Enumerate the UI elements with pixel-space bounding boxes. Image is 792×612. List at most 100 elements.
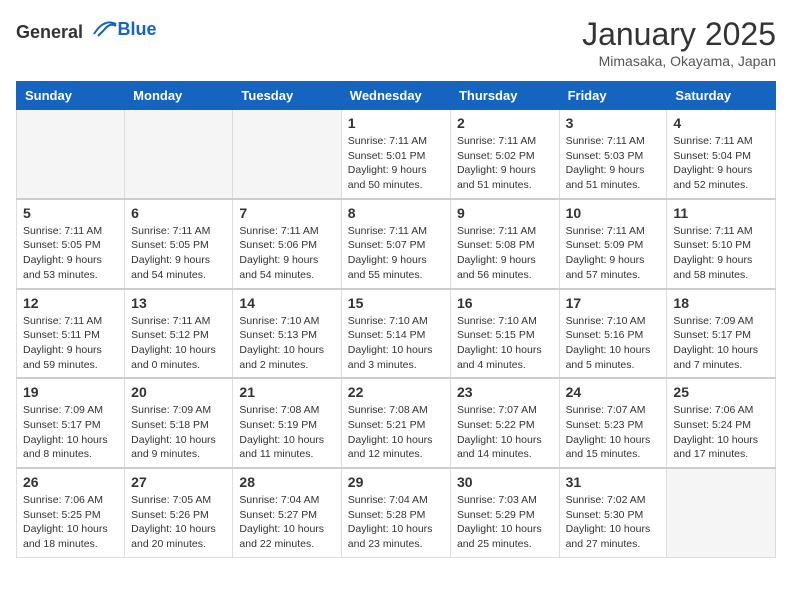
day-number: 8 xyxy=(348,205,444,221)
day-info: Sunrise: 7:06 AM Sunset: 5:24 PM Dayligh… xyxy=(673,403,769,462)
day-info: Sunrise: 7:07 AM Sunset: 5:22 PM Dayligh… xyxy=(457,403,553,462)
day-number: 30 xyxy=(457,474,553,490)
weekday-header: Friday xyxy=(559,82,667,110)
calendar-cell: 4 Sunrise: 7:11 AM Sunset: 5:04 PM Daylig… xyxy=(667,110,776,199)
calendar-cell: 12Sunrise: 7:11 AM Sunset: 5:11 PM Dayli… xyxy=(17,289,125,379)
day-number: 19 xyxy=(23,384,118,400)
location-text: Mimasaka, Okayama, Japan xyxy=(582,53,776,69)
day-info: Sunrise: 7:04 AM Sunset: 5:28 PM Dayligh… xyxy=(348,493,444,552)
day-info: Sunrise: 7:02 AM Sunset: 5:30 PM Dayligh… xyxy=(566,493,661,552)
calendar-cell xyxy=(17,110,125,199)
calendar-cell: 2 Sunrise: 7:11 AM Sunset: 5:02 PM Daylig… xyxy=(450,110,559,199)
day-info: Sunrise: 7:11 AM Sunset: 5:08 PM Dayligh… xyxy=(457,224,553,283)
day-info: Sunrise: 7:04 AM Sunset: 5:27 PM Dayligh… xyxy=(239,493,334,552)
day-info: Sunrise: 7:11 AM Sunset: 5:09 PM Dayligh… xyxy=(566,224,661,283)
weekday-header: Sunday xyxy=(17,82,125,110)
calendar-cell: 15 Sunrise: 7:10 AM Sunset: 5:14 PM Dayli… xyxy=(341,289,450,379)
day-number: 12 xyxy=(23,295,118,311)
day-number: 1 xyxy=(348,115,444,131)
day-info: Sunrise: 7:11 AM Sunset: 5:05 PM Dayligh… xyxy=(23,224,118,283)
logo-bird-icon xyxy=(90,16,118,38)
logo-blue-text: Blue xyxy=(118,19,157,40)
weekday-header: Thursday xyxy=(450,82,559,110)
calendar-cell: 10 Sunrise: 7:11 AM Sunset: 5:09 PM Dayli… xyxy=(559,199,667,289)
day-number: 5 xyxy=(23,205,118,221)
calendar-cell: 16 Sunrise: 7:10 AM Sunset: 5:15 PM Dayli… xyxy=(450,289,559,379)
calendar-cell: 30 Sunrise: 7:03 AM Sunset: 5:29 PM Dayli… xyxy=(450,468,559,557)
title-section: January 2025 Mimasaka, Okayama, Japan xyxy=(582,16,776,69)
day-info: Sunrise: 7:11 AM Sunset: 5:12 PM Dayligh… xyxy=(131,314,226,373)
calendar-cell: 26 Sunrise: 7:06 AM Sunset: 5:25 PM Dayli… xyxy=(17,468,125,557)
calendar-cell: 25 Sunrise: 7:06 AM Sunset: 5:24 PM Dayli… xyxy=(667,378,776,468)
day-number: 6 xyxy=(131,205,226,221)
day-number: 27 xyxy=(131,474,226,490)
day-info: Sunrise: 7:09 AM Sunset: 5:17 PM Dayligh… xyxy=(673,314,769,373)
logo-general-text: General xyxy=(16,22,83,42)
day-info: Sunrise: 7:08 AM Sunset: 5:21 PM Dayligh… xyxy=(348,403,444,462)
day-number: 24 xyxy=(566,384,661,400)
day-number: 28 xyxy=(239,474,334,490)
page-header: General Blue January 2025 Mimasaka, Okay… xyxy=(16,16,776,69)
day-info: Sunrise: 7:03 AM Sunset: 5:29 PM Dayligh… xyxy=(457,493,553,552)
day-number: 3 xyxy=(566,115,661,131)
calendar-cell: 6 Sunrise: 7:11 AM Sunset: 5:05 PM Daylig… xyxy=(125,199,233,289)
calendar-cell: 1 Sunrise: 7:11 AM Sunset: 5:01 PM Daylig… xyxy=(341,110,450,199)
day-number: 16 xyxy=(457,295,553,311)
day-info: Sunrise: 7:11 AM Sunset: 5:07 PM Dayligh… xyxy=(348,224,444,283)
day-number: 11 xyxy=(673,205,769,221)
day-info: Sunrise: 7:11 AM Sunset: 5:04 PM Dayligh… xyxy=(673,134,769,193)
day-number: 10 xyxy=(566,205,661,221)
day-info: Sunrise: 7:10 AM Sunset: 5:14 PM Dayligh… xyxy=(348,314,444,373)
day-info: Sunrise: 7:11 AM Sunset: 5:01 PM Dayligh… xyxy=(348,134,444,193)
day-info: Sunrise: 7:10 AM Sunset: 5:13 PM Dayligh… xyxy=(239,314,334,373)
day-number: 20 xyxy=(131,384,226,400)
calendar-cell xyxy=(233,110,341,199)
logo: General Blue xyxy=(16,16,157,43)
day-number: 17 xyxy=(566,295,661,311)
day-info: Sunrise: 7:11 AM Sunset: 5:05 PM Dayligh… xyxy=(131,224,226,283)
weekday-header: Saturday xyxy=(667,82,776,110)
calendar-cell: 7Sunrise: 7:11 AM Sunset: 5:06 PM Daylig… xyxy=(233,199,341,289)
day-info: Sunrise: 7:07 AM Sunset: 5:23 PM Dayligh… xyxy=(566,403,661,462)
calendar-table: SundayMondayTuesdayWednesdayThursdayFrid… xyxy=(16,81,776,558)
day-info: Sunrise: 7:11 AM Sunset: 5:10 PM Dayligh… xyxy=(673,224,769,283)
calendar-cell: 11 Sunrise: 7:11 AM Sunset: 5:10 PM Dayli… xyxy=(667,199,776,289)
calendar-cell: 5 Sunrise: 7:11 AM Sunset: 5:05 PM Daylig… xyxy=(17,199,125,289)
day-number: 26 xyxy=(23,474,118,490)
day-number: 31 xyxy=(566,474,661,490)
calendar-cell: 19 Sunrise: 7:09 AM Sunset: 5:17 PM Dayli… xyxy=(17,378,125,468)
calendar-cell: 8 Sunrise: 7:11 AM Sunset: 5:07 PM Daylig… xyxy=(341,199,450,289)
calendar-cell: 28 Sunrise: 7:04 AM Sunset: 5:27 PM Dayli… xyxy=(233,468,341,557)
calendar-cell: 24 Sunrise: 7:07 AM Sunset: 5:23 PM Dayli… xyxy=(559,378,667,468)
day-info: Sunrise: 7:09 AM Sunset: 5:17 PM Dayligh… xyxy=(23,403,118,462)
day-number: 4 xyxy=(673,115,769,131)
calendar-cell: 17Sunrise: 7:10 AM Sunset: 5:16 PM Dayli… xyxy=(559,289,667,379)
day-info: Sunrise: 7:11 AM Sunset: 5:02 PM Dayligh… xyxy=(457,134,553,193)
day-number: 15 xyxy=(348,295,444,311)
calendar-cell: 29 Sunrise: 7:04 AM Sunset: 5:28 PM Dayli… xyxy=(341,468,450,557)
day-number: 25 xyxy=(673,384,769,400)
calendar-cell xyxy=(667,468,776,557)
calendar-cell: 31 Sunrise: 7:02 AM Sunset: 5:30 PM Dayli… xyxy=(559,468,667,557)
calendar-cell: 21Sunrise: 7:08 AM Sunset: 5:19 PM Dayli… xyxy=(233,378,341,468)
weekday-header: Wednesday xyxy=(341,82,450,110)
day-number: 2 xyxy=(457,115,553,131)
day-number: 29 xyxy=(348,474,444,490)
calendar-cell: 27Sunrise: 7:05 AM Sunset: 5:26 PM Dayli… xyxy=(125,468,233,557)
calendar-cell: 22 Sunrise: 7:08 AM Sunset: 5:21 PM Dayli… xyxy=(341,378,450,468)
day-number: 21 xyxy=(239,384,334,400)
calendar-cell: 3 Sunrise: 7:11 AM Sunset: 5:03 PM Daylig… xyxy=(559,110,667,199)
calendar-cell xyxy=(125,110,233,199)
day-number: 23 xyxy=(457,384,553,400)
weekday-header: Tuesday xyxy=(233,82,341,110)
day-number: 7 xyxy=(239,205,334,221)
day-info: Sunrise: 7:10 AM Sunset: 5:15 PM Dayligh… xyxy=(457,314,553,373)
calendar-cell: 20Sunrise: 7:09 AM Sunset: 5:18 PM Dayli… xyxy=(125,378,233,468)
calendar-cell: 23 Sunrise: 7:07 AM Sunset: 5:22 PM Dayli… xyxy=(450,378,559,468)
weekday-header: Monday xyxy=(125,82,233,110)
day-info: Sunrise: 7:06 AM Sunset: 5:25 PM Dayligh… xyxy=(23,493,118,552)
calendar-cell: 9Sunrise: 7:11 AM Sunset: 5:08 PM Daylig… xyxy=(450,199,559,289)
day-number: 22 xyxy=(348,384,444,400)
day-info: Sunrise: 7:11 AM Sunset: 5:03 PM Dayligh… xyxy=(566,134,661,193)
calendar-cell: 18Sunrise: 7:09 AM Sunset: 5:17 PM Dayli… xyxy=(667,289,776,379)
